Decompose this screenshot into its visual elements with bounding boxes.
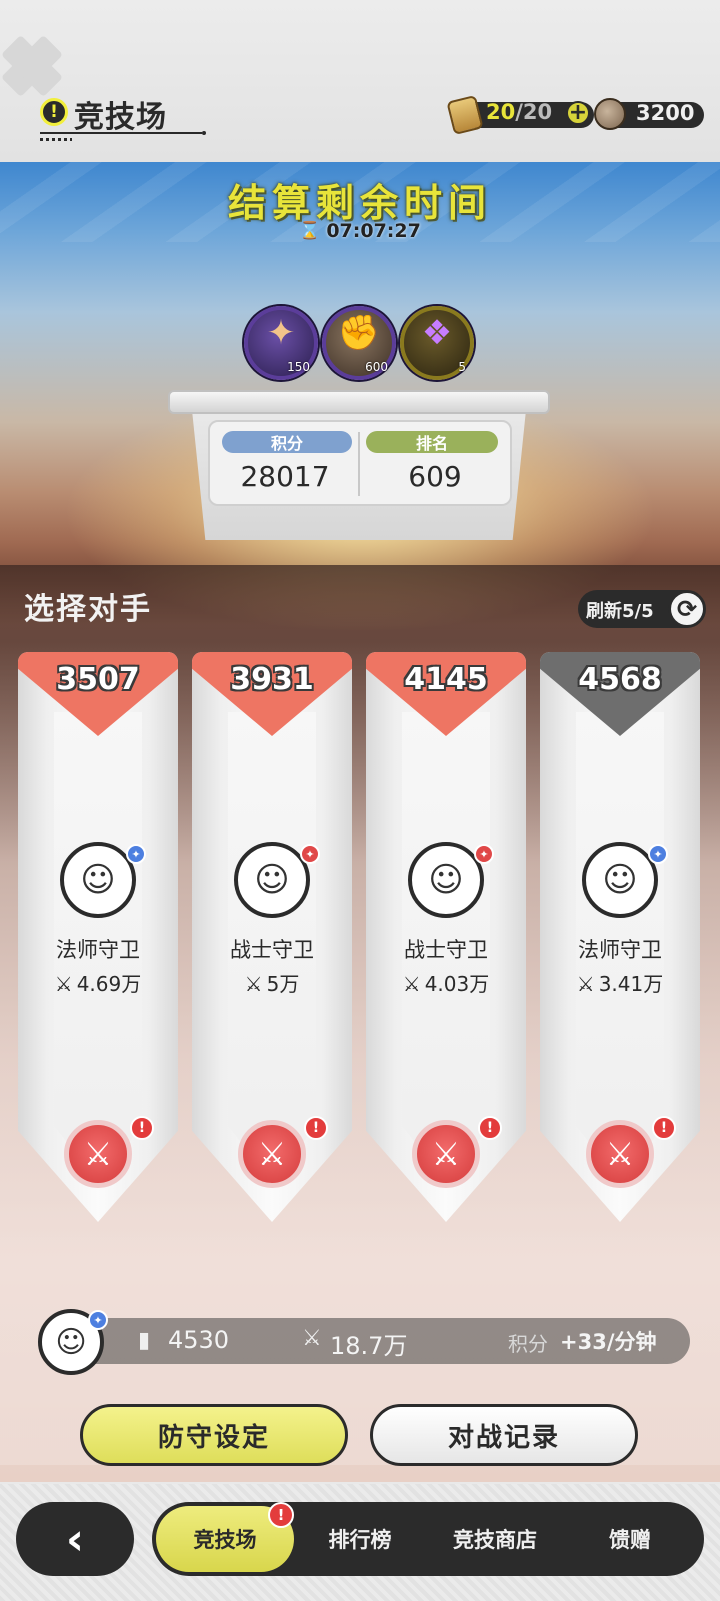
rank-bars-icon: ▮	[138, 1328, 151, 1353]
swords-icon: ⚔	[54, 972, 73, 996]
rank-label: 排名	[366, 431, 498, 453]
countdown-row: ⌛ 07:07:27	[0, 220, 720, 242]
opponent-power: ⚔ 4.03万	[366, 968, 526, 997]
opponent-rank: 4145	[404, 662, 488, 697]
opponent-rank: 3507	[56, 662, 140, 697]
player-rank: 4530	[168, 1326, 230, 1354]
star-crystal-icon: ✦	[266, 313, 296, 354]
tab-arena-shop[interactable]: 竞技商店	[430, 1502, 560, 1576]
tab-gift[interactable]: 馈赠	[580, 1502, 680, 1576]
mage-staff-icon: ✦	[648, 844, 668, 864]
opponent-power: ⚔ 5万	[192, 968, 352, 997]
countdown-time: 07:07:27	[326, 220, 421, 242]
opponent-power: ⚔ 3.41万	[540, 968, 700, 997]
opponent-rank: 4568	[578, 662, 662, 697]
fight-button[interactable]: ⚔	[238, 1120, 306, 1188]
refresh-label[interactable]: 刷新5/5	[586, 597, 654, 623]
warrior-sword-icon: ✦	[474, 844, 494, 864]
score-value: 28017	[240, 460, 330, 493]
tab-ranking[interactable]: 排行榜	[310, 1502, 410, 1576]
refresh-icon[interactable]: ⟳	[668, 590, 706, 628]
swords-icon: ⚔	[244, 972, 263, 996]
player-power: 18.7万	[330, 1332, 408, 1360]
opponent-class: 战士守卫	[404, 938, 488, 962]
opponent-power-value: 4.69万	[76, 972, 142, 996]
opponent-avatar[interactable]: ☺	[582, 842, 658, 918]
podium-top	[168, 390, 550, 414]
swords-icon: ⚔	[576, 972, 595, 996]
mage-staff-icon: ✦	[126, 844, 146, 864]
opponent-power: ⚔ 4.69万	[18, 968, 178, 997]
coin-icon	[594, 98, 626, 130]
opponent-power-value: 4.03万	[424, 972, 490, 996]
alert-badge-icon: !	[268, 1502, 294, 1528]
swords-icon: ⚔	[402, 972, 421, 996]
opponent-power-value: 3.41万	[598, 972, 664, 996]
page-title: 竞技场	[74, 100, 167, 135]
alert-badge-icon: !	[304, 1116, 328, 1140]
battle-record-button[interactable]: 对战记录	[370, 1404, 638, 1466]
opponent-card[interactable]: 4568 ☺ ✦ 法师守卫 ⚔ 3.41万 ⚔ !	[540, 652, 700, 1222]
fight-button[interactable]: ⚔	[412, 1120, 480, 1188]
reward-qty: 150	[287, 360, 310, 374]
score-label: 积分	[222, 431, 352, 453]
score-rate-value: +33/分钟	[560, 1330, 657, 1354]
opponent-avatar[interactable]: ☺	[60, 842, 136, 918]
opponent-power-value: 5万	[266, 972, 300, 996]
opponent-card[interactable]: 4145 ☺ ✦ 战士守卫 ⚔ 4.03万 ⚔ !	[366, 652, 526, 1222]
stamina-separator: /	[515, 100, 523, 124]
reward-fist-medal[interactable]: ✊ 600	[322, 306, 396, 380]
alert-badge-icon: !	[130, 1116, 154, 1140]
stamina-counter: 20/20	[486, 100, 552, 124]
alert-icon[interactable]: !	[40, 98, 68, 126]
hourglass-icon: ⌛	[299, 221, 321, 241]
mage-staff-icon: ✦	[88, 1310, 108, 1330]
fight-button[interactable]: ⚔	[586, 1120, 654, 1188]
opponent-rank: 3931	[230, 662, 314, 697]
countdown-title: 结算剩余时间	[227, 181, 492, 225]
potion-bag-icon: ❖	[421, 313, 453, 354]
rank-value: 609	[408, 460, 462, 493]
opponent-card[interactable]: 3931 ☺ ✦ 战士守卫 ⚔ 5万 ⚔ !	[192, 652, 352, 1222]
add-stamina-button[interactable]: +	[566, 101, 590, 125]
opponent-avatar[interactable]: ☺	[234, 842, 310, 918]
section-title: 选择对手	[24, 592, 152, 627]
title-dots	[40, 138, 72, 141]
reward-qty: 600	[365, 360, 388, 374]
top-header	[0, 0, 720, 162]
back-button[interactable]: ‹	[16, 1502, 134, 1576]
opponent-avatar[interactable]: ☺	[408, 842, 484, 918]
title-underline	[40, 131, 206, 135]
defense-setup-button[interactable]: 防守设定	[80, 1404, 348, 1466]
reward-qty: 5	[458, 360, 466, 374]
opponent-card[interactable]: 3507 ☺ ✦ 法师守卫 ⚔ 4.69万 ⚔ !	[18, 652, 178, 1222]
coin-count: 3200	[636, 101, 695, 125]
opponent-class: 法师守卫	[56, 938, 140, 962]
stamina-current: 20	[486, 100, 516, 124]
warrior-sword-icon: ✦	[300, 844, 320, 864]
reward-star-crystal[interactable]: ✦ 150	[244, 306, 318, 380]
alert-badge-icon: !	[652, 1116, 676, 1140]
score-rate-label: 积分	[508, 1332, 548, 1356]
swords-icon: ⚔	[302, 1326, 322, 1351]
fight-button[interactable]: ⚔	[64, 1120, 132, 1188]
alert-badge-icon: !	[478, 1116, 502, 1140]
opponent-class: 战士守卫	[230, 938, 314, 962]
fist-medal-icon: ✊	[337, 313, 381, 354]
stamina-max: 20	[522, 100, 553, 124]
opponent-class: 法师守卫	[578, 938, 662, 962]
decorative-star-icon	[0, 22, 72, 112]
reward-potion-bag[interactable]: ❖ 5	[400, 306, 474, 380]
